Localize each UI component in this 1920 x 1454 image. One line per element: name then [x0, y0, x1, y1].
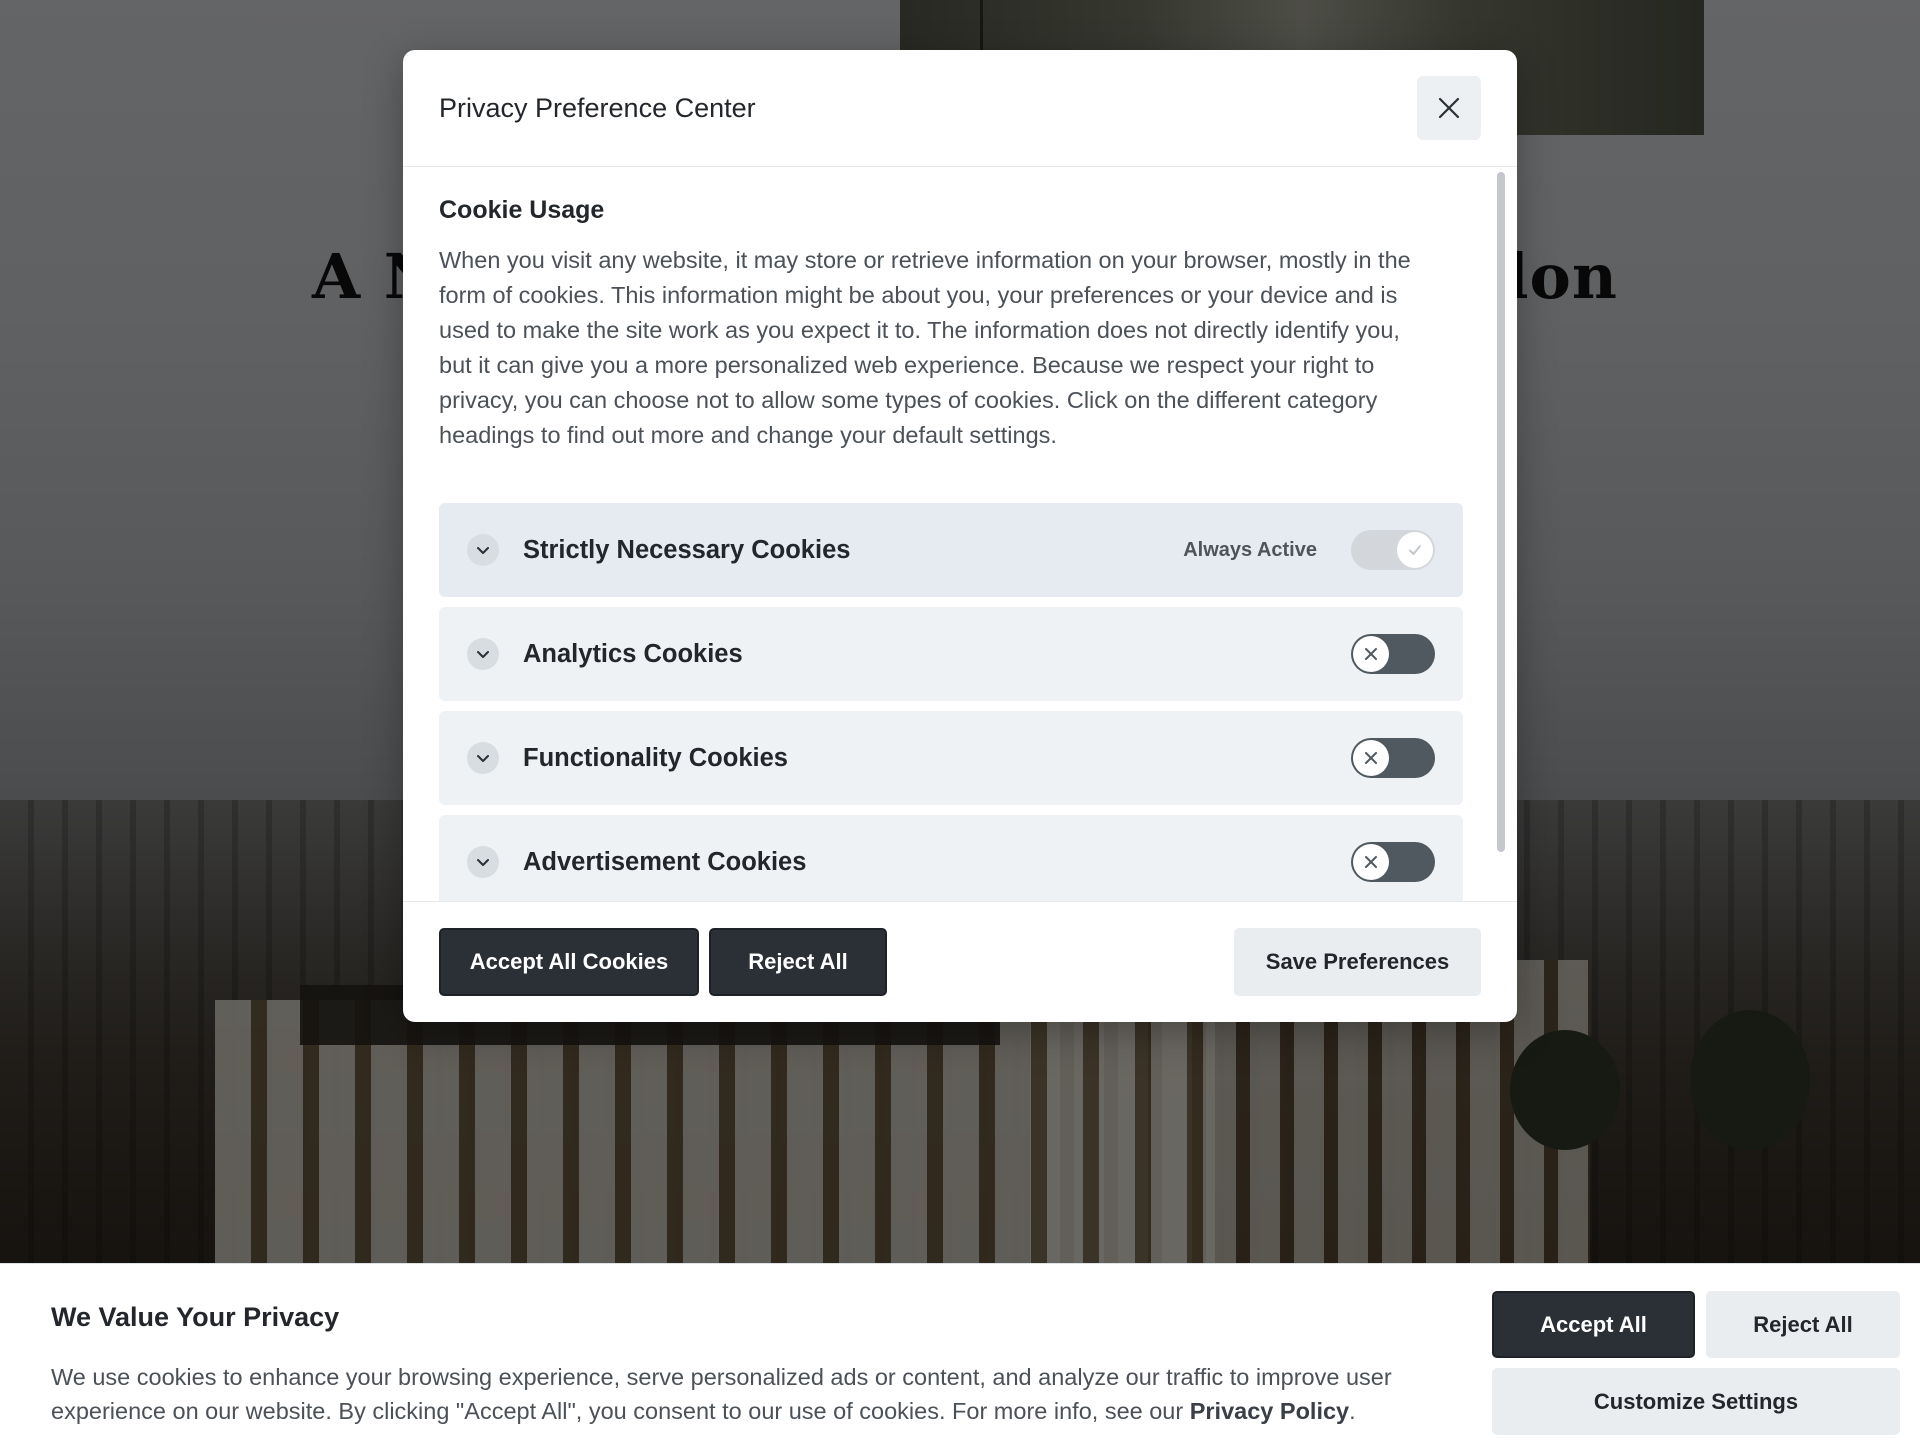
analytics-toggle[interactable] — [1351, 634, 1435, 674]
accept-all-cookies-button[interactable]: Accept All Cookies — [439, 928, 699, 996]
cookie-categories: Strictly Necessary Cookies Always Active… — [439, 503, 1463, 901]
always-active-label: Always Active — [1183, 538, 1317, 561]
privacy-policy-link[interactable]: Privacy Policy — [1190, 1398, 1349, 1424]
category-functionality[interactable]: Functionality Cookies — [439, 711, 1463, 805]
reject-all-button[interactable]: Reject All — [709, 928, 887, 996]
functionality-toggle[interactable] — [1351, 738, 1435, 778]
category-label: Advertisement Cookies — [523, 847, 807, 876]
checkmark-icon — [1397, 532, 1433, 568]
modal-body[interactable]: Cookie Usage When you visit any website,… — [403, 168, 1517, 901]
chevron-down-icon[interactable] — [467, 846, 499, 878]
category-analytics[interactable]: Analytics Cookies — [439, 607, 1463, 701]
chevron-down-icon[interactable] — [467, 742, 499, 774]
x-icon — [1353, 740, 1389, 776]
banner-text-end: . — [1349, 1398, 1356, 1424]
modal-header: Privacy Preference Center — [403, 50, 1517, 167]
advertisement-toggle[interactable] — [1351, 842, 1435, 882]
cookie-usage-title: Cookie Usage — [439, 196, 605, 224]
category-label: Analytics Cookies — [523, 639, 743, 668]
modal-scrollbar[interactable] — [1497, 172, 1505, 852]
strictly-necessary-toggle — [1351, 530, 1435, 570]
save-preferences-button[interactable]: Save Preferences — [1234, 928, 1481, 996]
x-icon — [1353, 636, 1389, 672]
banner-title: We Value Your Privacy — [51, 1302, 340, 1332]
cookie-usage-description: When you visit any website, it may store… — [439, 247, 1411, 448]
category-strictly-necessary[interactable]: Strictly Necessary Cookies Always Active — [439, 503, 1463, 597]
x-icon — [1353, 844, 1389, 880]
chevron-down-icon[interactable] — [467, 638, 499, 670]
banner-text: We use cookies to enhance your browsing … — [51, 1360, 1451, 1428]
category-advertisement[interactable]: Advertisement Cookies — [439, 815, 1463, 901]
close-button[interactable] — [1417, 76, 1481, 140]
category-label: Strictly Necessary Cookies — [523, 535, 851, 564]
chevron-down-icon[interactable] — [467, 534, 499, 566]
cookie-banner: We Value Your Privacy We use cookies to … — [0, 1263, 1920, 1454]
category-label: Functionality Cookies — [523, 743, 788, 772]
modal-title: Privacy Preference Center — [439, 92, 756, 123]
close-icon — [1438, 97, 1460, 119]
privacy-preference-modal: Privacy Preference Center Cookie Usage W… — [403, 50, 1517, 1022]
banner-reject-all-button[interactable]: Reject All — [1706, 1291, 1900, 1358]
customize-settings-button[interactable]: Customize Settings — [1492, 1368, 1900, 1435]
modal-footer: Accept All Cookies Reject All Save Prefe… — [403, 901, 1517, 1022]
banner-accept-all-button[interactable]: Accept All — [1492, 1291, 1695, 1358]
